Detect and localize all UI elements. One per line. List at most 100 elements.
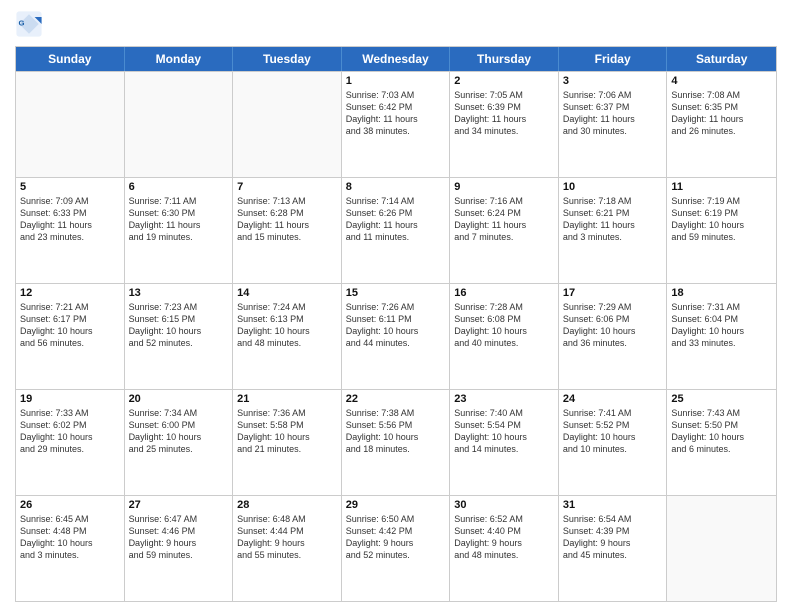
calendar-cell: 18 Sunrise: 7:31 AM Sunset: 6:04 PM Dayli…: [667, 284, 776, 389]
cell-daylight-info: Sunrise: 7:23 AM Sunset: 6:15 PM Dayligh…: [129, 301, 229, 350]
day-number: 9: [454, 181, 554, 193]
cell-daylight-info: Sunrise: 7:41 AM Sunset: 5:52 PM Dayligh…: [563, 407, 663, 456]
cell-daylight-info: Sunrise: 7:08 AM Sunset: 6:35 PM Dayligh…: [671, 89, 772, 138]
calendar-cell: 27Sunrise: 6:47 AM Sunset: 4:46 PM Dayli…: [125, 496, 234, 601]
day-number: 17: [563, 287, 663, 299]
day-number: 8: [346, 181, 446, 193]
calendar-row: 19 Sunrise: 7:33 AM Sunset: 6:02 PM Dayli…: [16, 389, 776, 495]
calendar: SundayMondayTuesdayWednesdayThursdayFrid…: [15, 46, 777, 602]
weekday-header: Monday: [125, 47, 234, 71]
weekday-header: Saturday: [667, 47, 776, 71]
cell-daylight-info: Sunrise: 7:31 AM Sunset: 6:04 PM Dayligh…: [671, 301, 772, 350]
weekday-header: Friday: [559, 47, 668, 71]
cell-daylight-info: Sunrise: 7:13 AM Sunset: 6:28 PM Dayligh…: [237, 195, 337, 244]
calendar-cell: 11Sunrise: 7:19 AM Sunset: 6:19 PM Dayli…: [667, 178, 776, 283]
weekday-header: Sunday: [16, 47, 125, 71]
page: G SundayMondayTuesdayWednesdayThursdayFr…: [0, 0, 792, 612]
calendar-cell: 23Sunrise: 7:40 AM Sunset: 5:54 PM Dayli…: [450, 390, 559, 495]
calendar-row: 26 Sunrise: 6:45 AM Sunset: 4:48 PM Dayli…: [16, 495, 776, 601]
day-number: 22: [346, 393, 446, 405]
day-number: 30: [454, 499, 554, 511]
day-number: 15: [346, 287, 446, 299]
day-number: 10: [563, 181, 663, 193]
calendar-cell: 21 Sunrise: 7:36 AM Sunset: 5:58 PM Dayli…: [233, 390, 342, 495]
cell-daylight-info: Sunrise: 7:43 AM Sunset: 5:50 PM Dayligh…: [671, 407, 772, 456]
day-number: 13: [129, 287, 229, 299]
calendar-cell: 26 Sunrise: 6:45 AM Sunset: 4:48 PM Dayli…: [16, 496, 125, 601]
day-number: 7: [237, 181, 337, 193]
day-number: 26: [20, 499, 120, 511]
day-number: 23: [454, 393, 554, 405]
cell-daylight-info: Sunrise: 7:26 AM Sunset: 6:11 PM Dayligh…: [346, 301, 446, 350]
cell-daylight-info: Sunrise: 7:36 AM Sunset: 5:58 PM Dayligh…: [237, 407, 337, 456]
cell-daylight-info: Sunrise: 6:52 AM Sunset: 4:40 PM Dayligh…: [454, 513, 554, 562]
day-number: 1: [346, 75, 446, 87]
calendar-row: 5 Sunrise: 7:09 AM Sunset: 6:33 PM Daylig…: [16, 177, 776, 283]
day-number: 5: [20, 181, 120, 193]
logo: G: [15, 10, 47, 38]
calendar-cell: 16 Sunrise: 7:28 AM Sunset: 6:08 PM Dayli…: [450, 284, 559, 389]
calendar-cell: 30 Sunrise: 6:52 AM Sunset: 4:40 PM Dayli…: [450, 496, 559, 601]
cell-daylight-info: Sunrise: 7:06 AM Sunset: 6:37 PM Dayligh…: [563, 89, 663, 138]
day-number: 14: [237, 287, 337, 299]
calendar-cell: 17 Sunrise: 7:29 AM Sunset: 6:06 PM Dayli…: [559, 284, 668, 389]
calendar-row: 12 Sunrise: 7:21 AM Sunset: 6:17 PM Dayli…: [16, 283, 776, 389]
cell-daylight-info: Sunrise: 7:19 AM Sunset: 6:19 PM Dayligh…: [671, 195, 772, 244]
calendar-cell: 3 Sunrise: 7:06 AM Sunset: 6:37 PM Daylig…: [559, 72, 668, 177]
calendar-row: 1 Sunrise: 7:03 AM Sunset: 6:42 PM Daylig…: [16, 71, 776, 177]
day-number: 19: [20, 393, 120, 405]
calendar-cell: 19 Sunrise: 7:33 AM Sunset: 6:02 PM Dayli…: [16, 390, 125, 495]
header: G: [15, 10, 777, 38]
calendar-cell: 10Sunrise: 7:18 AM Sunset: 6:21 PM Dayli…: [559, 178, 668, 283]
calendar-cell: 7 Sunrise: 7:13 AM Sunset: 6:28 PM Daylig…: [233, 178, 342, 283]
cell-daylight-info: Sunrise: 7:21 AM Sunset: 6:17 PM Dayligh…: [20, 301, 120, 350]
cell-daylight-info: Sunrise: 7:28 AM Sunset: 6:08 PM Dayligh…: [454, 301, 554, 350]
day-number: 6: [129, 181, 229, 193]
cell-daylight-info: Sunrise: 7:24 AM Sunset: 6:13 PM Dayligh…: [237, 301, 337, 350]
day-number: 4: [671, 75, 772, 87]
calendar-cell: 28 Sunrise: 6:48 AM Sunset: 4:44 PM Dayli…: [233, 496, 342, 601]
calendar-cell: [667, 496, 776, 601]
calendar-cell: 13 Sunrise: 7:23 AM Sunset: 6:15 PM Dayli…: [125, 284, 234, 389]
calendar-cell: 12 Sunrise: 7:21 AM Sunset: 6:17 PM Dayli…: [16, 284, 125, 389]
cell-daylight-info: Sunrise: 7:05 AM Sunset: 6:39 PM Dayligh…: [454, 89, 554, 138]
cell-daylight-info: Sunrise: 7:03 AM Sunset: 6:42 PM Dayligh…: [346, 89, 446, 138]
day-number: 18: [671, 287, 772, 299]
weekday-header: Tuesday: [233, 47, 342, 71]
weekday-header: Wednesday: [342, 47, 451, 71]
cell-daylight-info: Sunrise: 7:11 AM Sunset: 6:30 PM Dayligh…: [129, 195, 229, 244]
calendar-cell: 29Sunrise: 6:50 AM Sunset: 4:42 PM Dayli…: [342, 496, 451, 601]
cell-daylight-info: Sunrise: 7:29 AM Sunset: 6:06 PM Dayligh…: [563, 301, 663, 350]
calendar-cell: 22 Sunrise: 7:38 AM Sunset: 5:56 PM Dayli…: [342, 390, 451, 495]
day-number: 16: [454, 287, 554, 299]
day-number: 20: [129, 393, 229, 405]
calendar-cell: 24Sunrise: 7:41 AM Sunset: 5:52 PM Dayli…: [559, 390, 668, 495]
calendar-cell: [16, 72, 125, 177]
cell-daylight-info: Sunrise: 7:33 AM Sunset: 6:02 PM Dayligh…: [20, 407, 120, 456]
cell-daylight-info: Sunrise: 6:54 AM Sunset: 4:39 PM Dayligh…: [563, 513, 663, 562]
cell-daylight-info: Sunrise: 7:09 AM Sunset: 6:33 PM Dayligh…: [20, 195, 120, 244]
day-number: 12: [20, 287, 120, 299]
cell-daylight-info: Sunrise: 7:38 AM Sunset: 5:56 PM Dayligh…: [346, 407, 446, 456]
calendar-cell: 20Sunrise: 7:34 AM Sunset: 6:00 PM Dayli…: [125, 390, 234, 495]
calendar-cell: 8 Sunrise: 7:14 AM Sunset: 6:26 PM Daylig…: [342, 178, 451, 283]
day-number: 27: [129, 499, 229, 511]
cell-daylight-info: Sunrise: 6:50 AM Sunset: 4:42 PM Dayligh…: [346, 513, 446, 562]
calendar-cell: 25Sunrise: 7:43 AM Sunset: 5:50 PM Dayli…: [667, 390, 776, 495]
day-number: 28: [237, 499, 337, 511]
calendar-cell: 31 Sunrise: 6:54 AM Sunset: 4:39 PM Dayli…: [559, 496, 668, 601]
cell-daylight-info: Sunrise: 7:16 AM Sunset: 6:24 PM Dayligh…: [454, 195, 554, 244]
day-number: 2: [454, 75, 554, 87]
cell-daylight-info: Sunrise: 7:14 AM Sunset: 6:26 PM Dayligh…: [346, 195, 446, 244]
day-number: 21: [237, 393, 337, 405]
calendar-cell: [125, 72, 234, 177]
cell-daylight-info: Sunrise: 6:48 AM Sunset: 4:44 PM Dayligh…: [237, 513, 337, 562]
logo-icon: G: [15, 10, 43, 38]
calendar-header: SundayMondayTuesdayWednesdayThursdayFrid…: [16, 47, 776, 71]
day-number: 31: [563, 499, 663, 511]
calendar-cell: 4 Sunrise: 7:08 AM Sunset: 6:35 PM Daylig…: [667, 72, 776, 177]
calendar-cell: 6 Sunrise: 7:11 AM Sunset: 6:30 PM Daylig…: [125, 178, 234, 283]
day-number: 3: [563, 75, 663, 87]
weekday-header: Thursday: [450, 47, 559, 71]
cell-daylight-info: Sunrise: 6:45 AM Sunset: 4:48 PM Dayligh…: [20, 513, 120, 562]
